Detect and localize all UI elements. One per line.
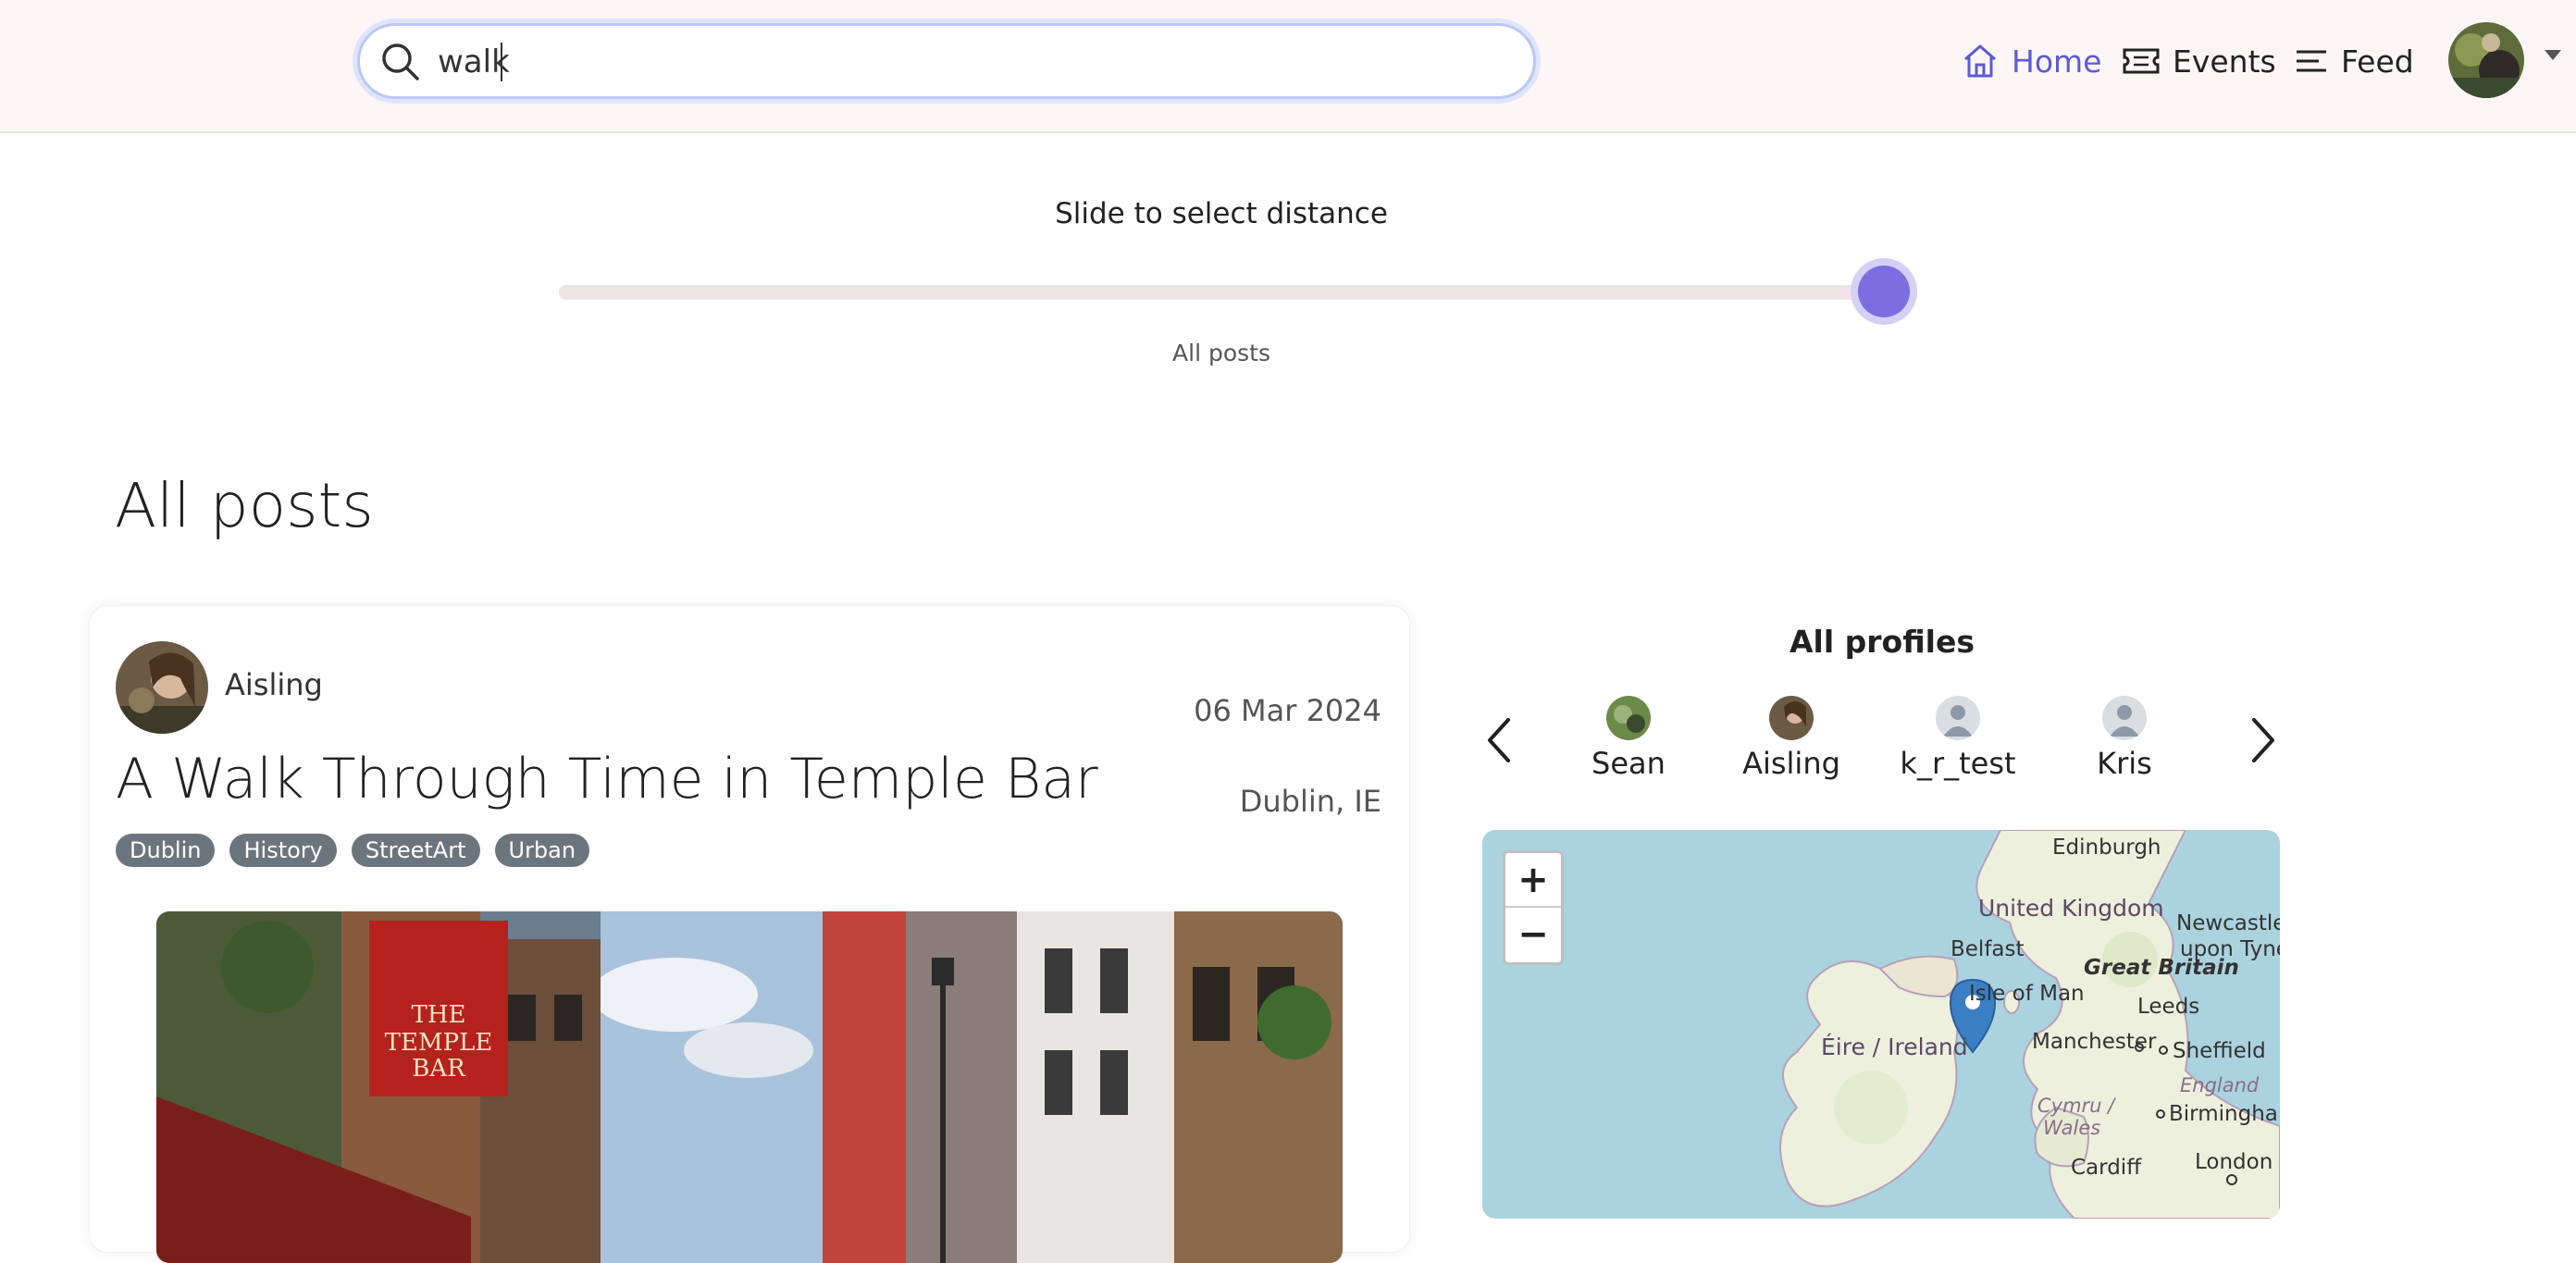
search-input[interactable]: [438, 39, 1502, 85]
carousel-prev-icon[interactable]: [1480, 712, 1517, 768]
home-icon: [1964, 44, 1996, 78]
nav-home-label: Home: [2012, 43, 2102, 80]
post-date: 06 Mar 2024: [1194, 693, 1381, 728]
post-image[interactable]: THE TEMPLE BAR: [156, 911, 1343, 1263]
profile-name: Sean: [1591, 746, 1666, 781]
sign-text-bar: BAR: [412, 1055, 466, 1083]
distance-slider-track[interactable]: [559, 285, 1884, 300]
user-avatar[interactable]: [2448, 22, 2524, 98]
map-label: Manchester: [2032, 1030, 2157, 1054]
tag-badge[interactable]: Urban: [494, 834, 590, 867]
author-avatar[interactable]: [116, 641, 208, 734]
slider-title: Slide to select distance: [1055, 197, 1388, 230]
map-label: Leeds: [2137, 995, 2200, 1019]
map-label: United Kingdom: [1978, 895, 2164, 922]
profile-item[interactable]: Aisling: [1717, 696, 1865, 781]
map-label: Wales: [2043, 1117, 2101, 1139]
map-label: London: [2195, 1150, 2273, 1174]
map-label: England: [2180, 1074, 2260, 1096]
post-location: Dublin, IE: [1239, 784, 1381, 819]
profile-avatar: [1606, 696, 1651, 740]
tag-badge[interactable]: History: [229, 834, 337, 867]
profile-name: Aisling: [1742, 746, 1840, 781]
carousel-next-icon[interactable]: [2245, 712, 2282, 768]
profiles-title: All profiles: [1789, 624, 1975, 660]
map-label: Great Britain: [2084, 956, 2239, 980]
page-title: All posts: [115, 470, 374, 541]
map-label: Birmingham: [2169, 1102, 2280, 1126]
nav-feed-link[interactable]: Feed: [2293, 35, 2414, 87]
profile-item[interactable]: k_r_test: [1884, 696, 2032, 781]
post-title[interactable]: A Walk Through Time in Temple Bar: [116, 747, 1098, 811]
search-bar[interactable]: [357, 23, 1536, 99]
top-navbar: Home Events Feed: [0, 0, 2576, 133]
map-label: Cardiff: [2071, 1156, 2142, 1180]
profile-name: Kris: [2097, 746, 2152, 781]
map-label: Belfast: [1951, 937, 2025, 961]
search-icon: [382, 43, 419, 80]
map-label: Edinburgh: [2052, 836, 2161, 860]
default-avatar-icon: [2102, 696, 2147, 740]
text-cursor: [501, 43, 502, 81]
tag-badge[interactable]: StreetArt: [351, 834, 480, 867]
ticket-icon: [2123, 48, 2160, 74]
nav-home-link[interactable]: Home: [1960, 35, 2101, 87]
profile-avatar: [1769, 696, 1814, 740]
user-menu-caret-icon[interactable]: [2545, 50, 2561, 60]
post-card[interactable]: Aisling 06 Mar 2024 A Walk Through Time …: [89, 605, 1410, 1263]
nav-feed-label: Feed: [2341, 43, 2414, 80]
map-label: Éire / Ireland: [1821, 1034, 1968, 1060]
profile-name: k_r_test: [1900, 746, 2016, 781]
nav-events-label: Events: [2173, 43, 2276, 80]
slider-value-label: All posts: [1172, 340, 1270, 366]
post-tags: Dublin History StreetArt Urban: [116, 834, 590, 867]
sign-text-temple: TEMPLE: [385, 1029, 493, 1057]
map-label: Isle of Man: [1969, 982, 2085, 1006]
sign-text-the: THE: [412, 1001, 466, 1029]
map-zoom-in-button[interactable]: +: [1505, 853, 1561, 908]
map-label: Sheffield: [2173, 1039, 2266, 1063]
distance-slider-thumb[interactable]: [1858, 266, 1910, 317]
default-avatar-icon: [1936, 696, 1980, 740]
map-zoom-control: + −: [1503, 850, 1564, 965]
tag-badge[interactable]: Dublin: [116, 834, 216, 867]
profile-item[interactable]: Kris: [2050, 696, 2198, 781]
post-author-name[interactable]: Aisling: [225, 667, 323, 702]
map-label: Cymru /: [2037, 1095, 2115, 1117]
map-zoom-out-button[interactable]: −: [1505, 908, 1561, 962]
nav-events-link[interactable]: Events: [2121, 35, 2276, 87]
profile-item[interactable]: Sean: [1554, 696, 1703, 781]
feed-icon: [2297, 50, 2326, 72]
map-view[interactable]: + − Edinburgh United Kingdom Newcastle u…: [1482, 830, 2280, 1219]
map-label: Newcastle: [2176, 911, 2280, 935]
